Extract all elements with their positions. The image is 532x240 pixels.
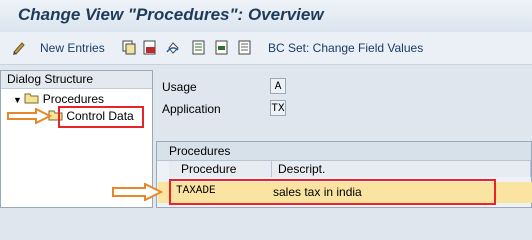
control-data-highlight <box>58 106 144 128</box>
annotation-arrow-icon <box>7 108 52 124</box>
table-title: Procedures <box>157 142 531 161</box>
application-label: Application <box>162 102 221 116</box>
deselect-all-icon[interactable] <box>238 40 252 55</box>
copy-as-icon[interactable] <box>122 40 136 55</box>
usage-label: Usage <box>162 80 197 94</box>
tree-item-procedures[interactable]: ▼ Procedures <box>13 92 104 106</box>
bc-set-change-field-values-button[interactable]: BC Set: Change Field Values <box>268 41 423 55</box>
expand-triangle-icon[interactable]: ▼ <box>13 95 22 105</box>
select-all-icon[interactable] <box>192 40 206 55</box>
tree-item-label: Procedures <box>42 92 105 106</box>
column-header-description[interactable]: Descript. <box>272 161 531 177</box>
folder-open-icon <box>24 93 39 104</box>
page-title: Change View "Procedures": Overview <box>18 5 324 24</box>
dialog-structure-title: Dialog Structure <box>1 71 152 89</box>
annotation-arrow-icon <box>112 183 163 201</box>
usage-field[interactable]: A <box>270 78 286 94</box>
application-toolbar: New Entries BC Set: Change Field Values <box>0 32 532 65</box>
delete-icon[interactable] <box>143 40 157 55</box>
undo-change-icon[interactable] <box>166 40 180 55</box>
procedure-row-highlight <box>169 179 496 205</box>
new-entries-button[interactable]: New Entries <box>40 41 105 55</box>
title-bar: Change View "Procedures": Overview <box>0 0 532 32</box>
select-block-icon[interactable] <box>215 40 229 55</box>
application-field[interactable]: TX <box>270 100 286 116</box>
edit-pencil-icon[interactable] <box>12 40 26 55</box>
column-header-procedure[interactable]: Procedure <box>169 161 272 177</box>
